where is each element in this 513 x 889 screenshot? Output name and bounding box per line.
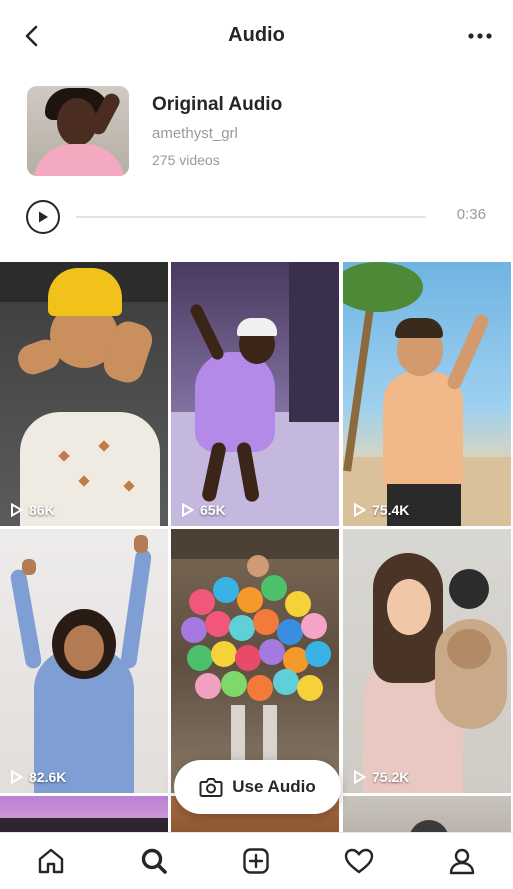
tab-home[interactable] bbox=[21, 836, 81, 886]
tab-search[interactable] bbox=[124, 836, 184, 886]
play-outline-icon bbox=[11, 770, 23, 784]
tab-profile[interactable] bbox=[432, 836, 492, 886]
tab-add-post[interactable] bbox=[226, 836, 286, 886]
view-count-text: 86K bbox=[29, 502, 55, 518]
view-count: 86K bbox=[10, 502, 55, 518]
page-title: Audio bbox=[228, 23, 285, 46]
audio-title: Original Audio bbox=[152, 94, 283, 115]
view-count-text: 75.2K bbox=[372, 769, 410, 785]
video-count: 275 videos bbox=[152, 152, 220, 168]
view-count-text: 82.6K bbox=[29, 769, 67, 785]
search-icon bbox=[141, 848, 167, 874]
heart-icon bbox=[344, 848, 374, 874]
play-outline-icon bbox=[11, 503, 23, 517]
video-tile[interactable]: 75.2K bbox=[343, 529, 511, 793]
video-tile[interactable]: 82.6K bbox=[0, 529, 168, 793]
chevron-left-icon bbox=[25, 25, 38, 47]
bottom-tab-bar bbox=[0, 832, 513, 889]
video-tile[interactable]: 65K bbox=[171, 262, 339, 526]
view-count-text: 75.4K bbox=[372, 502, 410, 518]
video-tile[interactable]: 75.4K bbox=[343, 262, 511, 526]
view-count: 65K bbox=[181, 502, 226, 518]
back-button[interactable] bbox=[18, 22, 46, 50]
video-tile[interactable] bbox=[171, 529, 339, 793]
audio-duration: 0:36 bbox=[456, 206, 486, 223]
profile-icon bbox=[449, 848, 474, 875]
play-outline-icon bbox=[354, 503, 366, 517]
header: Audio bbox=[0, 0, 513, 70]
play-outline-icon bbox=[182, 503, 194, 517]
use-audio-button[interactable]: Use Audio bbox=[174, 760, 341, 814]
view-count: 75.2K bbox=[353, 769, 409, 785]
use-audio-label: Use Audio bbox=[232, 777, 316, 796]
audio-info: Original Audio amethyst_grl 275 videos bbox=[0, 80, 513, 180]
view-count: 75.4K bbox=[353, 502, 409, 518]
audio-player: 0:36 bbox=[0, 196, 513, 236]
add-post-icon bbox=[243, 848, 270, 874]
video-tile[interactable] bbox=[0, 796, 168, 832]
video-tile[interactable]: 86K bbox=[0, 262, 168, 526]
play-outline-icon bbox=[354, 770, 366, 784]
play-button[interactable] bbox=[26, 200, 60, 234]
more-horizontal-icon bbox=[468, 33, 492, 39]
audio-username[interactable]: amethyst_grl bbox=[152, 125, 238, 142]
tab-activity[interactable] bbox=[329, 836, 389, 886]
audio-progress-track[interactable] bbox=[76, 216, 426, 218]
view-count-text: 65K bbox=[200, 502, 226, 518]
audio-cover-image[interactable] bbox=[27, 86, 129, 176]
camera-icon bbox=[199, 778, 223, 797]
home-icon bbox=[39, 848, 64, 874]
video-grid: 86K 65K 75.4K 82.6K 75.2K bbox=[0, 262, 513, 832]
play-icon bbox=[39, 211, 48, 223]
video-tile[interactable] bbox=[343, 796, 511, 832]
more-options-button[interactable] bbox=[465, 22, 495, 50]
view-count: 82.6K bbox=[10, 769, 66, 785]
